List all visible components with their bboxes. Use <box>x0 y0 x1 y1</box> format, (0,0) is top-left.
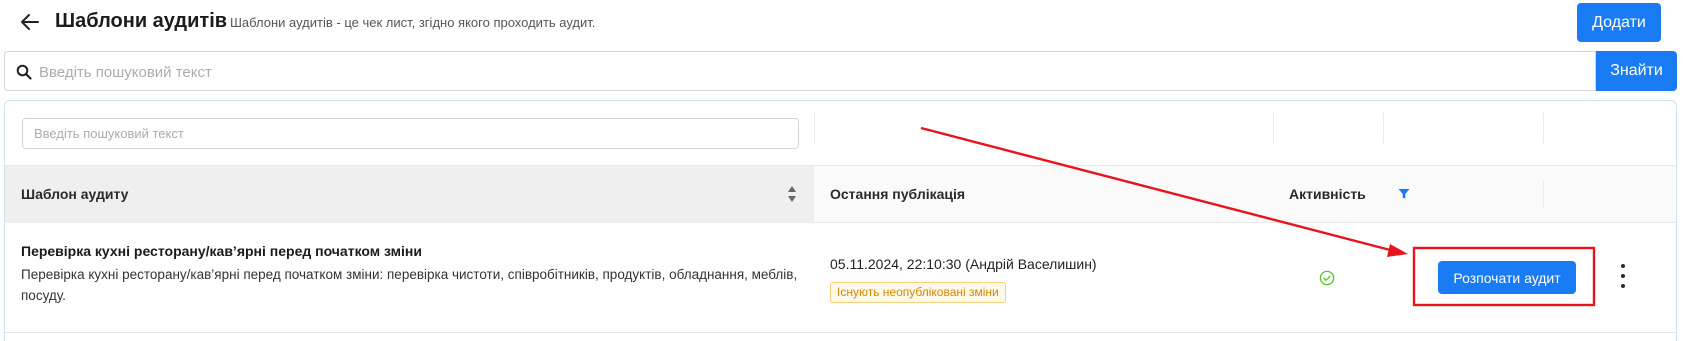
add-button[interactable]: Додати <box>1577 3 1661 42</box>
arrow-left-icon[interactable] <box>18 10 42 34</box>
column-header-template[interactable]: Шаблон аудиту <box>21 186 128 202</box>
find-button[interactable]: Знайти <box>1596 51 1677 91</box>
search-input[interactable] <box>39 58 1579 86</box>
column-header-activity[interactable]: Активність <box>1289 186 1366 202</box>
column-divider <box>1543 113 1544 143</box>
column-divider <box>1543 180 1544 208</box>
page-header: Шаблони аудитів Шаблони аудитів - це чек… <box>0 0 1683 46</box>
column-divider <box>1273 113 1274 143</box>
page-title: Шаблони аудитів <box>55 10 228 32</box>
sort-icon[interactable] <box>787 185 797 203</box>
global-search-bar <box>4 51 1596 91</box>
table-row: Перевірка кухні ресторану/кав’ярні перед… <box>5 223 1676 333</box>
templates-table: Шаблон аудиту Остання публікація Активні… <box>4 100 1677 341</box>
start-audit-button[interactable]: Розпочати аудит <box>1438 261 1576 294</box>
template-name: Перевірка кухні ресторану/кав’ярні перед… <box>21 243 422 259</box>
unpublished-changes-badge: Існують неопубліковані зміни <box>830 282 1006 303</box>
column-header-last-publication[interactable]: Остання публікація <box>830 186 965 202</box>
column-divider <box>814 113 815 143</box>
search-icon <box>16 64 32 80</box>
last-publication-date: 05.11.2024, 22:10:30 (Андрій Васелишин) <box>830 256 1097 272</box>
page-subtitle: Шаблони аудитів - це чек лист, згідно як… <box>230 15 596 30</box>
more-vertical-icon[interactable] <box>1613 261 1633 291</box>
check-circle-icon <box>1319 270 1335 286</box>
table-filter-input[interactable] <box>22 118 799 149</box>
filter-icon[interactable] <box>1398 188 1410 200</box>
table-filter-row <box>5 101 1676 166</box>
column-divider <box>1383 113 1384 143</box>
table-header-row: Шаблон аудиту Остання публікація Активні… <box>5 166 1676 223</box>
template-description: Перевірка кухні ресторану/кав’ярні перед… <box>21 267 798 303</box>
